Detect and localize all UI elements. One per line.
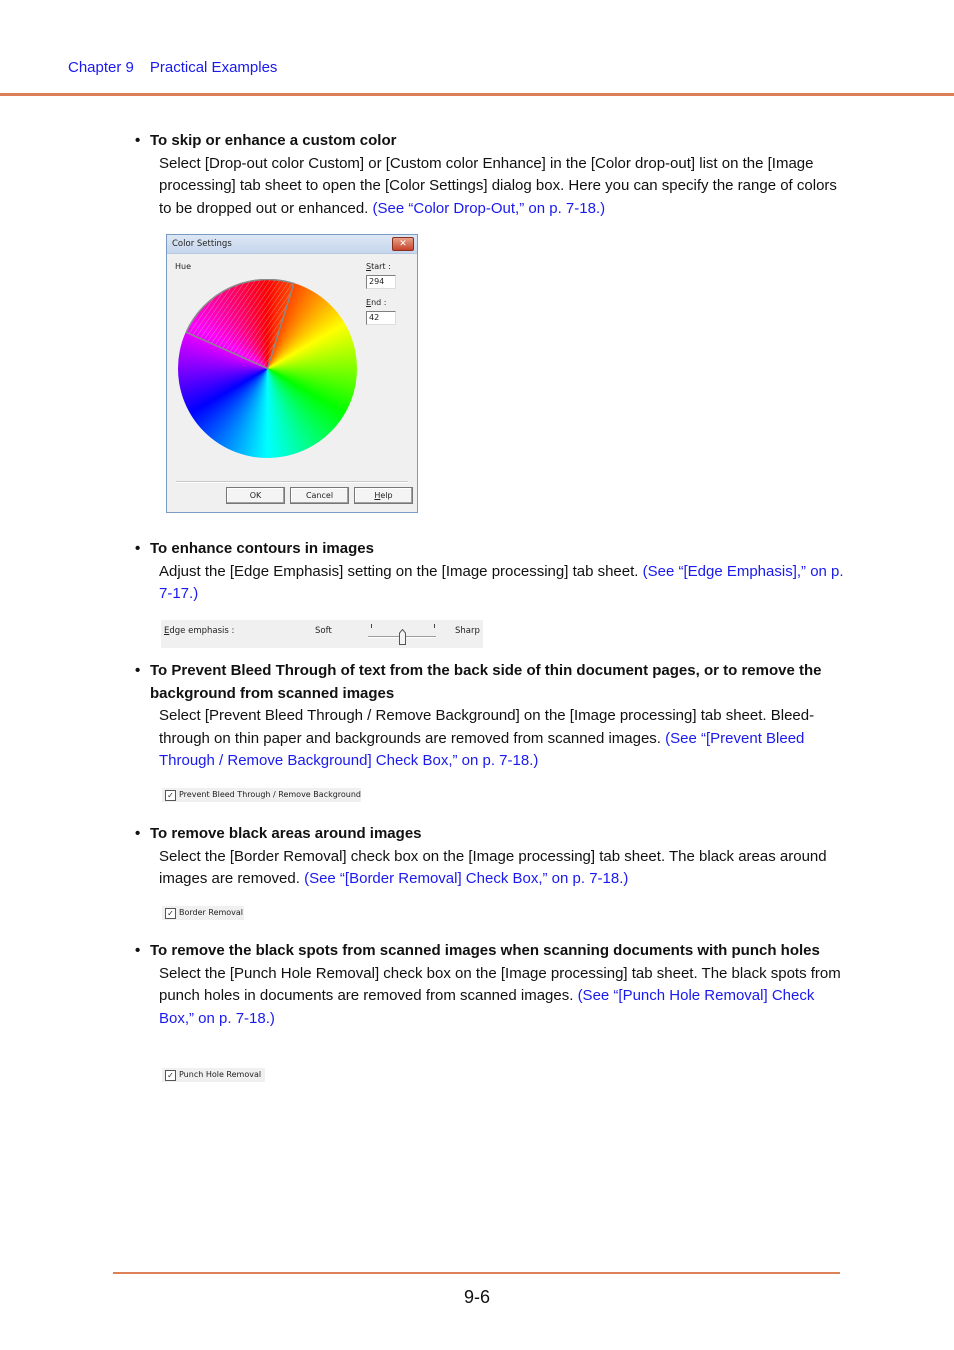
edge-emphasis-label: Edge emphasis : [164, 626, 235, 636]
section-border-removal: • To remove black areas around images Sel… [135, 823, 845, 891]
cross-reference-link[interactable]: (See “Color Drop-Out,” on p. 7-18.) [373, 200, 606, 217]
section-title: To skip or enhance a custom color [150, 132, 397, 149]
checkbox-label: Prevent Bleed Through / Remove Backgroun… [179, 790, 361, 799]
checkbox-label: Border Removal [179, 908, 244, 917]
section-title: To Prevent Bleed Through of text from th… [150, 662, 822, 702]
checkbox-label: Punch Hole Removal [179, 1070, 262, 1079]
ok-button[interactable]: OK [226, 487, 285, 504]
selected-hue-range [185, 279, 295, 370]
section-punch-hole: • To remove the black spots from scanned … [135, 940, 845, 1030]
checkbox-check-icon[interactable]: ✓ [165, 790, 176, 801]
dialog-title-bar: Color Settings ✕ [167, 235, 417, 254]
section-edge-emphasis: • To enhance contours in images Adjust th… [135, 538, 845, 606]
bullet: • [135, 540, 141, 557]
section-title: To enhance contours in images [150, 540, 374, 557]
help-button[interactable]: Help [354, 487, 413, 504]
edge-emphasis-control: Edge emphasis : Soft Sharp [161, 620, 483, 648]
header-rule [0, 93, 954, 96]
section-body: Adjust the [Edge Emphasis] setting on th… [159, 562, 639, 580]
dialog-separator [176, 481, 408, 483]
section-title: To remove black areas around images [150, 825, 422, 842]
end-label: End : [366, 298, 387, 307]
running-header: Chapter 9 Practical Examples [68, 59, 277, 76]
page-number: 9-6 [463, 1287, 490, 1307]
end-field[interactable]: 42 [366, 311, 396, 325]
hue-selection-overlay [185, 279, 295, 370]
bullet: • [135, 942, 141, 959]
hue-label: Hue [175, 262, 192, 271]
hue-wheel[interactable] [178, 279, 357, 458]
border-removal-checkbox[interactable]: ✓ Border Removal [162, 906, 244, 920]
checkbox-check-icon[interactable]: ✓ [165, 1070, 176, 1081]
slider-thumb[interactable] [399, 629, 406, 645]
color-settings-dialog: Color Settings ✕ Hue Start : 294 End : 4… [166, 234, 418, 513]
chapter-title: Practical Examples [149, 59, 278, 76]
footer-rule [113, 1272, 840, 1274]
start-label: Start : [366, 262, 391, 271]
soft-label: Soft [315, 626, 332, 636]
close-icon[interactable]: ✕ [392, 237, 414, 251]
sharp-label: Sharp [455, 626, 480, 636]
slider-tick [434, 624, 435, 628]
dialog-title: Color Settings [172, 239, 232, 249]
slider-tick [371, 624, 372, 628]
section-custom-color: • To skip or enhance a custom color Selec… [135, 130, 845, 220]
bullet: • [135, 662, 141, 679]
section-bleed-through: • To Prevent Bleed Through of text from t… [135, 660, 845, 773]
chapter-label: Chapter 9 [68, 59, 134, 76]
start-field[interactable]: 294 [366, 275, 396, 289]
bullet: • [135, 825, 141, 842]
punch-hole-checkbox[interactable]: ✓ Punch Hole Removal [162, 1068, 265, 1082]
bullet: • [135, 132, 141, 149]
cross-reference-link[interactable]: (See “[Border Removal] Check Box,” on p.… [304, 870, 628, 887]
cancel-button[interactable]: Cancel [290, 487, 349, 504]
bleed-through-checkbox[interactable]: ✓ Prevent Bleed Through / Remove Backgro… [162, 788, 361, 802]
checkbox-check-icon[interactable]: ✓ [165, 908, 176, 919]
section-title: To remove the black spots from scanned i… [150, 942, 820, 959]
